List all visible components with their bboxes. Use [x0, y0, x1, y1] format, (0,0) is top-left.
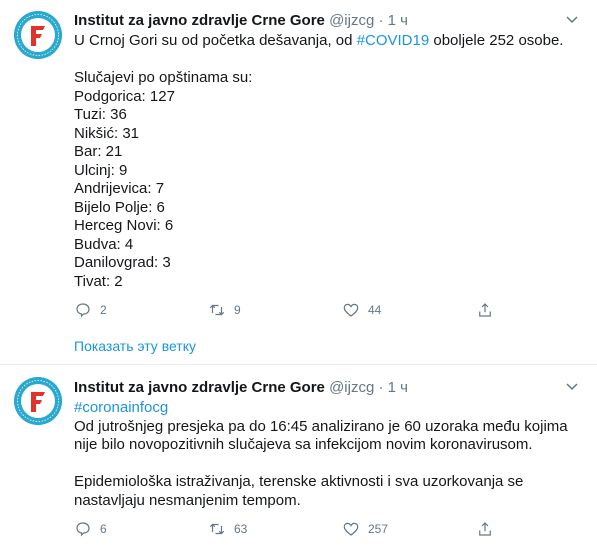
tweet-header: Institut za javno zdravlje Crne Gore @ij…: [74, 378, 585, 397]
show-thread-link[interactable]: Показать эту ветку: [74, 338, 196, 354]
logo-avatar: [14, 377, 62, 425]
tweet-text-part: U Crnoj Gori su od početka dešavanja, od: [74, 32, 357, 49]
author-handle[interactable]: @ijzcg: [329, 12, 374, 29]
like-icon: [343, 303, 359, 317]
tweet-text: #coronainfocg Od jutrošnjeg presjeka pa …: [74, 399, 585, 510]
reply-button[interactable]: 2: [74, 301, 107, 319]
retweet-icon: [209, 523, 225, 535]
separator-dot: ·: [378, 379, 384, 396]
like-button[interactable]: 257: [342, 520, 388, 538]
timestamp[interactable]: 1 ч: [388, 12, 408, 29]
tweet-text: U Crnoj Gori su od početka dešavanja, od…: [74, 32, 585, 291]
reply-button[interactable]: 6: [74, 520, 107, 538]
tweet[interactable]: Institut za javno zdravlje Crne Gore @ij…: [0, 365, 597, 550]
tweet-header: Institut za javno zdravlje Crne Gore @ij…: [74, 11, 585, 30]
logo-avatar: [14, 11, 62, 59]
hashtag-link[interactable]: #coronainfocg: [74, 399, 168, 416]
avatar[interactable]: [14, 11, 62, 59]
chevron-down-icon[interactable]: [565, 380, 579, 394]
chevron-down-icon[interactable]: [565, 13, 579, 27]
retweet-icon: [209, 304, 225, 316]
tweet[interactable]: Institut za javno zdravlje Crne Gore @ij…: [0, 0, 597, 365]
like-count: 257: [368, 522, 389, 536]
retweet-button[interactable]: 9: [208, 301, 241, 319]
like-button[interactable]: 44: [342, 301, 381, 319]
tweet-text-part: oboljele 252 osobe. Slučajevi po opština…: [74, 32, 564, 290]
author-name[interactable]: Institut za javno zdravlje Crne Gore: [74, 12, 325, 29]
reply-count: 6: [100, 522, 107, 536]
share-button[interactable]: [476, 520, 502, 538]
tweet-actions: 6 63 257: [74, 520, 585, 542]
reply-count: 2: [100, 303, 107, 317]
reply-icon: [76, 303, 90, 318]
separator-dot: ·: [378, 12, 384, 29]
share-icon: [479, 522, 491, 536]
author-name[interactable]: Institut za javno zdravlje Crne Gore: [74, 379, 325, 396]
avatar[interactable]: [14, 377, 62, 425]
retweet-count: 63: [234, 522, 248, 536]
share-button[interactable]: [476, 301, 502, 319]
hashtag-link[interactable]: #COVID19: [357, 32, 430, 49]
share-icon: [479, 303, 491, 317]
like-count: 44: [368, 303, 382, 317]
tweet-actions: 2 9 44: [74, 301, 585, 323]
author-handle[interactable]: @ijzcg: [329, 379, 374, 396]
reply-icon: [76, 522, 90, 537]
timestamp[interactable]: 1 ч: [388, 379, 408, 396]
tweet-text-part: Od jutrošnjeg presjeka pa do 16:45 anali…: [74, 417, 568, 509]
retweet-button[interactable]: 63: [208, 520, 247, 538]
like-icon: [343, 522, 359, 536]
retweet-count: 9: [234, 303, 241, 317]
